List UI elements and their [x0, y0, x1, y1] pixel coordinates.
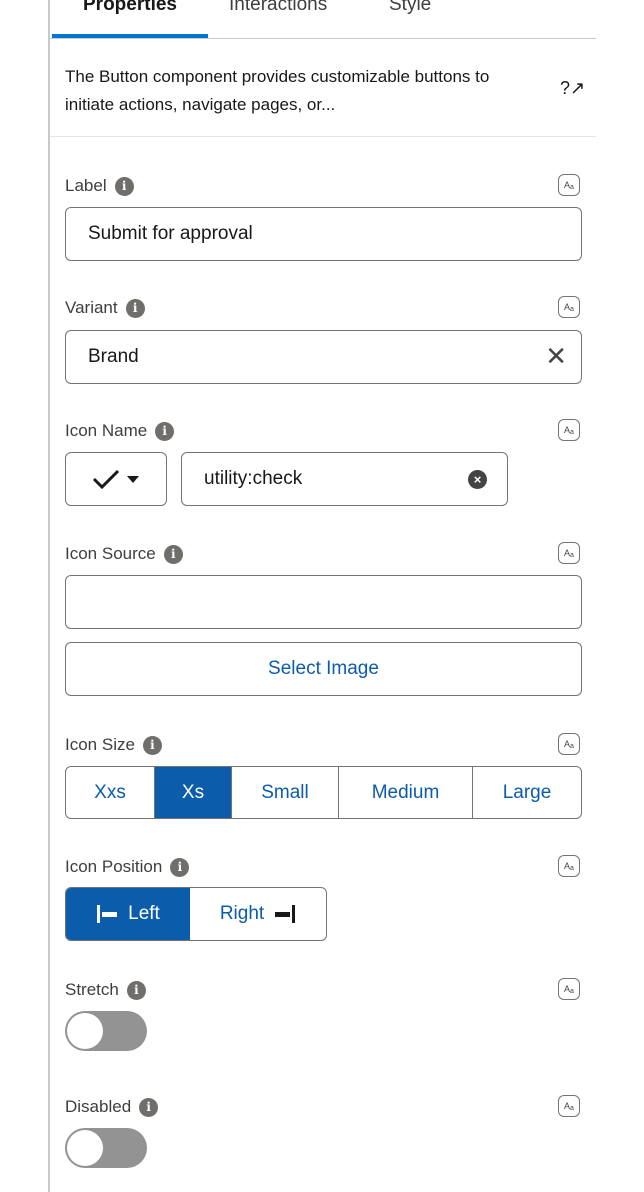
formula-toggle-icon[interactable]: Aa	[558, 733, 580, 755]
label-field-label: Label i	[65, 176, 134, 196]
clear-circle-icon[interactable]: ×	[468, 470, 487, 489]
stretch-field-label: Stretch i	[65, 980, 146, 1000]
left-label: Left	[128, 903, 160, 924]
formula-toggle-icon[interactable]: Aa	[558, 855, 580, 877]
label-input[interactable]: Submit for approval	[65, 207, 582, 261]
formula-toggle-icon[interactable]: Aa	[558, 174, 580, 196]
info-icon[interactable]: i	[142, 735, 162, 755]
variant-field-label: Variant i	[65, 298, 145, 318]
formula-toggle-icon[interactable]: Aa	[558, 1095, 580, 1117]
variant-label-text: Variant	[65, 298, 118, 317]
tab-style[interactable]: Style	[389, 0, 431, 16]
info-icon[interactable]: i	[114, 176, 134, 196]
icon-position-segmented-control: Left Right	[65, 887, 327, 941]
info-icon[interactable]: i	[170, 857, 190, 877]
tab-properties[interactable]: Properties	[83, 0, 177, 16]
disabled-toggle[interactable]	[65, 1128, 147, 1168]
formula-toggle-icon[interactable]: Aa	[558, 978, 580, 1000]
icon-size-large[interactable]: Large	[473, 767, 581, 818]
stretch-label-text: Stretch	[65, 980, 119, 999]
icon-name-label-text: Icon Name	[65, 421, 148, 440]
icon-position-right[interactable]: Right	[190, 888, 326, 940]
toggle-knob	[67, 1130, 103, 1166]
icon-size-medium[interactable]: Medium	[339, 767, 473, 818]
icon-size-field-label: Icon Size i	[65, 735, 162, 755]
icon-picker-button[interactable]	[65, 452, 167, 506]
align-left-icon	[97, 905, 118, 923]
divider	[50, 136, 596, 137]
select-image-button[interactable]: Select Image	[65, 642, 582, 696]
label-input-value: Submit for approval	[88, 223, 253, 244]
disabled-field-label: Disabled i	[65, 1097, 159, 1117]
stretch-toggle[interactable]	[65, 1011, 147, 1051]
info-icon[interactable]: i	[126, 980, 146, 1000]
variant-select[interactable]: Brand ✕	[65, 330, 582, 384]
tab-interactions[interactable]: Interactions	[229, 0, 327, 16]
icon-position-field-label: Icon Position i	[65, 857, 190, 877]
chevron-down-icon	[127, 476, 139, 483]
info-icon[interactable]: i	[139, 1097, 159, 1117]
help-link-icon[interactable]: ?↗	[560, 78, 585, 99]
icon-size-small[interactable]: Small	[232, 767, 339, 818]
icon-source-label-text: Icon Source	[65, 544, 156, 563]
icon-source-input[interactable]	[65, 575, 582, 629]
icon-size-xs[interactable]: Xs	[155, 767, 232, 818]
disabled-label-text: Disabled	[65, 1097, 132, 1116]
active-tab-indicator	[52, 34, 208, 38]
icon-name-value: utility:check	[204, 468, 303, 489]
icon-position-label-text: Icon Position	[65, 857, 163, 876]
toggle-knob	[67, 1013, 103, 1049]
icon-size-xxs[interactable]: Xxs	[66, 767, 155, 818]
icon-name-field-label: Icon Name i	[65, 421, 175, 441]
formula-toggle-icon[interactable]: Aa	[558, 419, 580, 441]
icon-size-label-text: Icon Size	[65, 735, 135, 754]
icon-position-left[interactable]: Left	[66, 888, 190, 940]
info-icon[interactable]: i	[125, 298, 145, 318]
info-icon[interactable]: i	[155, 421, 175, 441]
check-icon	[92, 469, 120, 490]
icon-source-field-label: Icon Source i	[65, 544, 183, 564]
component-description: The Button component provides customizab…	[65, 67, 490, 114]
align-right-icon	[275, 905, 296, 923]
info-icon[interactable]: i	[163, 544, 183, 564]
formula-toggle-icon[interactable]: Aa	[558, 296, 580, 318]
icon-name-input[interactable]: utility:check ×	[181, 452, 508, 506]
right-label: Right	[219, 903, 265, 924]
clear-icon[interactable]: ✕	[545, 342, 567, 370]
variant-value: Brand	[88, 346, 139, 367]
label-text: Label	[65, 176, 107, 195]
panel-left-border	[48, 0, 50, 1192]
formula-toggle-icon[interactable]: Aa	[558, 542, 580, 564]
icon-size-segmented-control: Xxs Xs Small Medium Large	[65, 766, 582, 819]
